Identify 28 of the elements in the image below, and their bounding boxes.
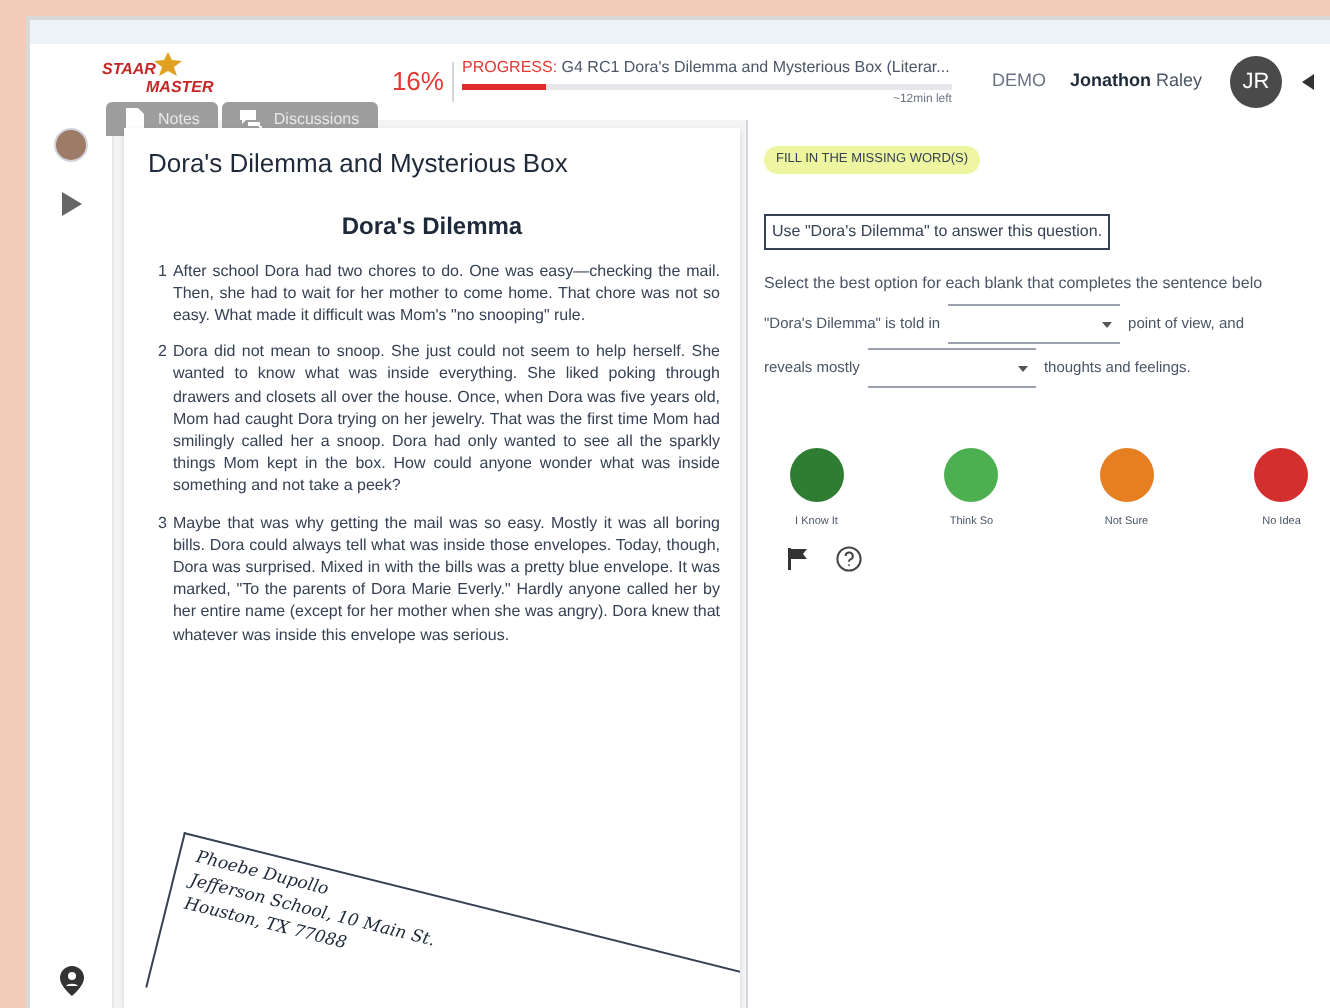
demo-label: DEMO [991,68,1046,95]
passage-heading: Dora's Dilemma [339,209,525,243]
logo-text: STAAR [102,58,156,80]
help-icon[interactable] [836,546,862,573]
progress-percent: 16% [391,62,454,102]
paragraph-number: 1 [158,259,167,283]
progress-title: PROGRESS: G4 RC1 Dora's Dilemma and Mysterious Box (Literar... [461,55,952,79]
location-pin-icon[interactable] [59,966,83,996]
flag-icon[interactable] [788,548,808,571]
logo-text: MASTER [146,76,214,100]
question-prompt: Select the best option for each blank that completes the sentence belo [764,272,1265,296]
avatar-icon [54,128,88,162]
passage-title: Dora's Dilemma and Mysterious Box [148,146,570,182]
paragraph-text: Maybe that was why getting the mail was so easy. Mostly it was all boring bills. Dora could always tell what was inside those envelopes. Today, though, Dora was surprised. Mixed in with the bills was a pretty blue envelope. It was marked, "To the parents of Dora Marie Everly." Hardly anyone called her by her entire name (except for her mother when she was angry). Dora knew that whatever was inside this envelope was serious. [172,511,720,646]
answer-dropdown[interactable] [948,304,1121,344]
question-instruction: Use "Dora's Dilemma" to answer this question. [764,214,1111,250]
play-icon[interactable] [61,192,81,216]
paragraph-text: Dora did not mean to snoop. She just could not seem to help herself. She wanted to know what was inside everything. She liked poking through drawers and closets all over the house. Once, when Dora was five years old, Mom had caught Dora trying on her jewelry. That was the first time Mom had smilingly called her a snoop. Dora had only wanted to see all the sparkly things Mom kept in the box. How could anyone wonder what was inside something and not take a peek? [172,340,720,498]
user-name[interactable]: Jonathon Raley [1069,68,1202,96]
paragraph-number: 3 [158,511,167,536]
caret-icon[interactable] [1302,74,1314,90]
star-icon [154,52,182,76]
user-avatar[interactable]: JR [1230,56,1282,108]
paragraph-number: 2 [158,340,167,365]
caret-icon [1017,365,1028,371]
answer-dropdown[interactable] [867,348,1036,388]
caret-icon [1102,321,1113,327]
paragraph-text: After school Dora had two chores to do. One was easy—checking the mail. Then, she had to wait for her mother to come home. That chore was not so easy. What made it difficult was Mom's "no snooping" rule. [172,259,720,327]
